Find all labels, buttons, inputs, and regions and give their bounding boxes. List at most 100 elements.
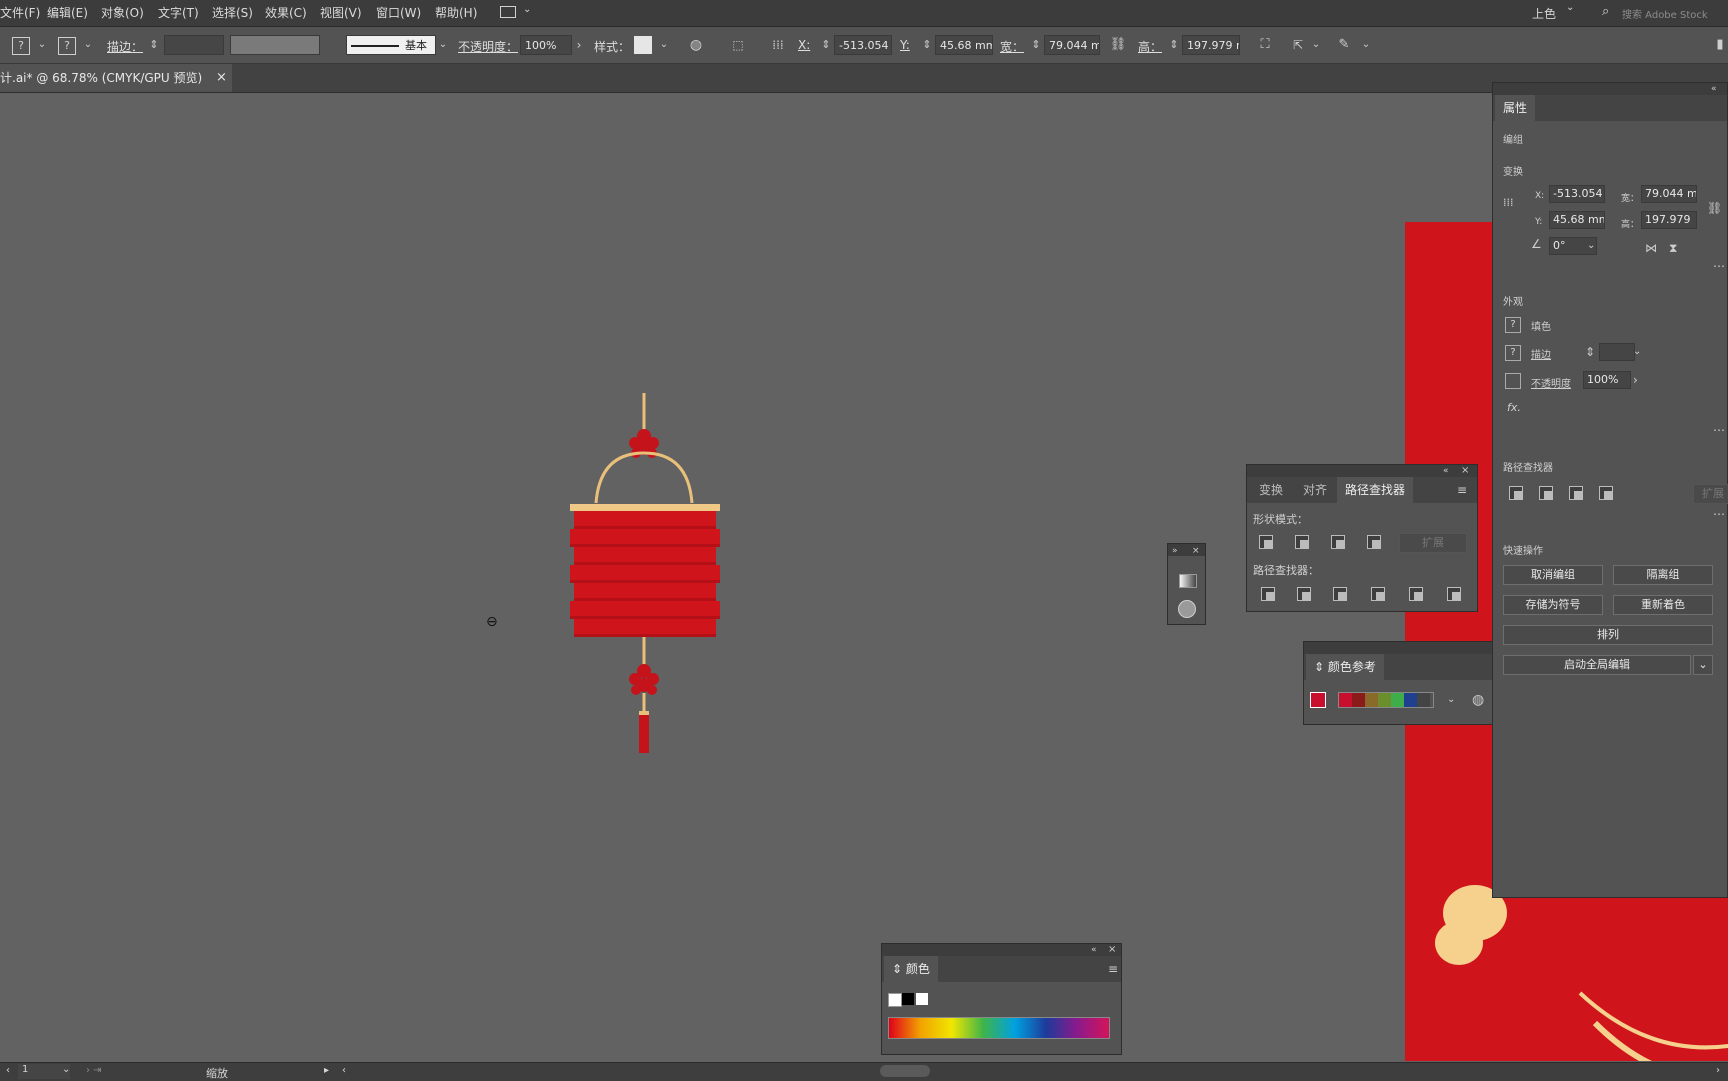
next-artboard-icon[interactable]: › ⇥ <box>86 1065 102 1076</box>
isolate-group-button[interactable]: 隔离组 <box>1613 565 1713 585</box>
menu-edit[interactable]: 编辑(E) <box>47 0 88 26</box>
variable-width-profile[interactable] <box>230 35 320 55</box>
isolate-icon[interactable]: ⇱ <box>1288 35 1308 55</box>
minus-front-icon[interactable] <box>1295 535 1309 549</box>
intersect-icon[interactable] <box>1569 486 1583 500</box>
save-as-symbol-button[interactable]: 存储为符号 <box>1503 595 1603 615</box>
play-icon[interactable]: ▸ <box>324 1065 329 1076</box>
tab-align[interactable]: 对齐 <box>1295 477 1335 503</box>
stroke-unknown-icon[interactable]: ? <box>1505 345 1521 361</box>
panel-menu-icon[interactable]: ≡ <box>1108 962 1118 976</box>
harmony-swatch[interactable] <box>1378 693 1391 707</box>
link-proportions-icon[interactable]: ⛓ <box>1707 201 1722 215</box>
scroll-right-icon[interactable]: › <box>1716 1065 1720 1076</box>
chevron-down-icon[interactable]: ⌄ <box>62 1064 70 1075</box>
x-input[interactable]: -513.054 <box>834 35 892 55</box>
more-options-icon[interactable]: ⋯ <box>1713 507 1725 521</box>
chevron-down-icon[interactable]: ⌄ <box>1587 239 1595 253</box>
harmony-swatch[interactable] <box>1391 693 1404 707</box>
recolor-button[interactable]: 重新着色 <box>1613 595 1713 615</box>
chevron-down-icon[interactable]: ⌄ <box>433 35 453 55</box>
harmony-swatch[interactable] <box>1339 693 1352 707</box>
width-input[interactable]: 79.044 mm <box>1044 35 1100 55</box>
fill-unknown-icon[interactable]: ? <box>12 37 30 55</box>
expand-panel-icon[interactable]: » <box>1172 544 1178 558</box>
collapse-panel-icon[interactable]: « <box>1091 943 1097 957</box>
chevron-down-icon[interactable]: ⌄ <box>1693 655 1713 675</box>
chevron-down-icon[interactable]: ⌄ <box>32 35 52 55</box>
chevron-down-icon[interactable]: ⌄ <box>1633 345 1641 359</box>
base-color-swatch[interactable] <box>1310 692 1326 708</box>
reference-point-icon[interactable]: ⁞⁞⁞ <box>1503 196 1514 210</box>
scroll-left-icon[interactable]: ‹ <box>342 1065 346 1076</box>
tab-color-guide[interactable]: ⇕ 颜色参考 <box>1306 654 1384 680</box>
opacity-label[interactable]: 不透明度 <box>1531 375 1571 390</box>
stock-search-input[interactable]: 搜索 Adobe Stock <box>1622 6 1708 21</box>
close-icon[interactable]: × <box>1192 544 1200 558</box>
horizontal-scrollbar-thumb[interactable] <box>880 1065 930 1077</box>
collapse-panel-icon[interactable]: « <box>1443 464 1449 478</box>
harmony-swatch[interactable] <box>1417 693 1430 707</box>
unite-icon[interactable] <box>1509 486 1523 500</box>
stepper-icon[interactable]: ⇕ <box>1585 345 1595 359</box>
expand-button[interactable]: 扩展 <box>1399 533 1467 553</box>
close-tab-icon[interactable]: × <box>216 64 227 92</box>
menu-window[interactable]: 窗口(W) <box>376 0 421 26</box>
stepper-icon[interactable]: ⇕ <box>144 35 164 55</box>
menu-file[interactable]: 文件(F) <box>0 0 40 26</box>
none-swatch[interactable] <box>888 993 902 1007</box>
harmony-swatch[interactable] <box>1365 693 1378 707</box>
transform-each-icon[interactable]: ⛶ <box>1255 35 1275 55</box>
more-options-icon[interactable]: ⋯ <box>1713 259 1725 273</box>
exclude-icon[interactable] <box>1367 535 1381 549</box>
recolor-artwork-icon[interactable]: ◍ <box>1472 693 1484 707</box>
tab-properties[interactable]: 属性 <box>1495 95 1536 121</box>
color-spectrum[interactable] <box>888 1017 1110 1039</box>
stepper-icon[interactable]: ⇕ <box>1026 35 1046 55</box>
close-icon[interactable]: × <box>1108 943 1116 957</box>
menu-effect[interactable]: 效果(C) <box>265 0 307 26</box>
constrain-proportions-icon[interactable]: ⛓ <box>1108 35 1128 55</box>
more-options-icon[interactable]: ⋯ <box>1713 423 1725 437</box>
minus-front-icon[interactable] <box>1539 486 1553 500</box>
appearance-icon[interactable] <box>1178 600 1196 618</box>
chevron-right-icon[interactable]: › <box>569 35 589 55</box>
crop-icon[interactable] <box>1371 587 1385 601</box>
tab-color[interactable]: ⇕ 颜色 <box>884 956 938 982</box>
close-icon[interactable]: × <box>1461 464 1469 478</box>
stroke-weight-input[interactable] <box>164 35 224 55</box>
menu-select[interactable]: 选择(S) <box>212 0 253 26</box>
harmony-swatch[interactable] <box>1352 693 1365 707</box>
y-field[interactable]: 45.68 mm <box>1549 211 1605 229</box>
stepper-icon[interactable]: ⇕ <box>1164 35 1184 55</box>
white-swatch[interactable] <box>916 993 928 1005</box>
y-input[interactable]: 45.68 mm <box>935 35 993 55</box>
recolor-artwork-icon[interactable]: ◍ <box>686 35 706 55</box>
x-field[interactable]: -513.054 <box>1549 185 1605 203</box>
opacity-label[interactable]: 不透明度： <box>458 38 518 55</box>
height-input[interactable]: 197.979 m <box>1182 35 1240 55</box>
chevron-down-icon[interactable]: ⌄ <box>654 35 674 55</box>
prev-artboard-icon[interactable]: ‹ <box>6 1065 10 1076</box>
panel-menu-icon[interactable]: ≡ <box>1457 483 1467 497</box>
exclude-icon[interactable] <box>1599 486 1613 500</box>
stepper-icon[interactable]: ⇕ <box>917 35 937 55</box>
reference-point-icon[interactable]: ⁞⁞⁞ <box>768 35 788 55</box>
stroke-label[interactable]: 描边 <box>1531 346 1551 361</box>
width-field[interactable]: 79.044 m <box>1641 185 1697 203</box>
document-tab[interactable]: 计.ai* @ 68.78% (CMYK/GPU 预览) × <box>0 64 232 92</box>
gradient-icon[interactable] <box>1179 574 1197 588</box>
unite-icon[interactable] <box>1259 535 1273 549</box>
menu-object[interactable]: 对象(O) <box>101 0 144 26</box>
stepper-icon[interactable]: ⇕ <box>816 35 836 55</box>
height-field[interactable]: 197.979 <box>1641 211 1697 229</box>
brush-definition[interactable]: 基本 <box>346 35 436 55</box>
menu-type[interactable]: 文字(T) <box>158 0 199 26</box>
chevron-down-icon[interactable]: ⌄ <box>1306 35 1326 55</box>
chevron-down-icon[interactable]: ⌄ <box>1566 2 1574 13</box>
opacity-field[interactable]: 100% <box>1583 371 1631 389</box>
stroke-weight-field[interactable] <box>1599 343 1635 361</box>
chevron-down-icon[interactable]: ⌄ <box>78 35 98 55</box>
menu-view[interactable]: 视图(V) <box>320 0 362 26</box>
flip-vertical-icon[interactable]: ⧗ <box>1669 241 1677 255</box>
